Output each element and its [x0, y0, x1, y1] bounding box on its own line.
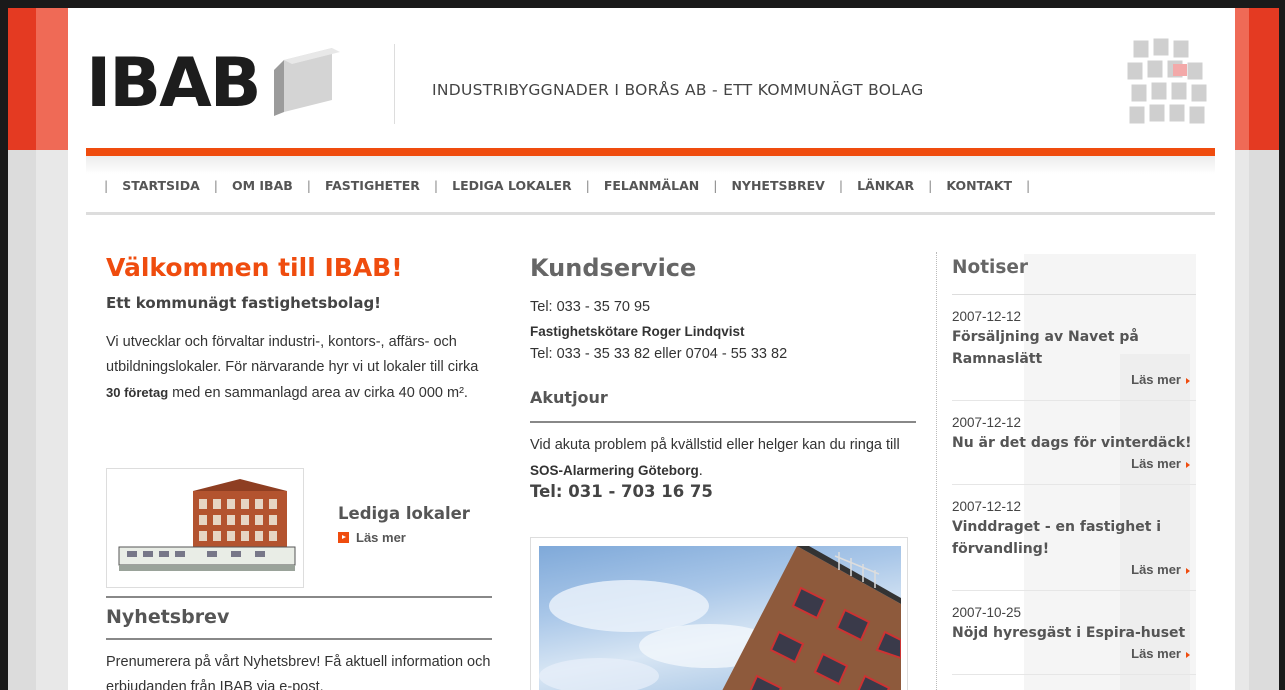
- akutjour-highlight: SOS-Alarmering Göteborg: [530, 463, 699, 478]
- nav-item-lediga-lokaler[interactable]: LEDIGA LOKALER: [452, 178, 571, 193]
- welcome-subtitle: Ett kommunägt fastighetsbolag!: [106, 294, 382, 312]
- news-date: 2007-12-12: [952, 309, 1022, 324]
- nav-separator: |: [585, 178, 590, 193]
- lediga-read-more-label: Läs mer: [356, 530, 406, 545]
- lediga-read-more-link[interactable]: Läs mer: [338, 530, 406, 545]
- lediga-lokaler-title[interactable]: Lediga lokaler: [338, 504, 470, 523]
- news-headline[interactable]: Försäljning av Navet på Ramnaslätt: [952, 326, 1196, 370]
- nav-item-om-ibab[interactable]: OM IBAB: [232, 178, 293, 193]
- news-item: 2007-12-12 Försäljning av Navet på Ramna…: [952, 295, 1196, 401]
- window-frame-top: [0, 0, 1285, 8]
- welcome-body-highlight: 30 företag: [106, 385, 169, 400]
- header-divider: [394, 44, 395, 124]
- nav-item-lankar[interactable]: LÄNKAR: [857, 178, 914, 193]
- nav-separator: |: [104, 178, 109, 193]
- nav-item-fastigheter[interactable]: FASTIGHETER: [325, 178, 420, 193]
- building-photo: [539, 546, 901, 690]
- arrow-right-icon: [1186, 567, 1190, 574]
- nav-separator: |: [928, 178, 933, 193]
- welcome-column: Välkommen till IBAB! Ett kommunägt fasti…: [106, 248, 492, 690]
- nav-separator: |: [838, 178, 844, 193]
- nav-item-nyhetsbrev[interactable]: NYHETSBREV: [731, 178, 824, 193]
- building-blocks-icon: [1125, 37, 1217, 132]
- news-read-more-link[interactable]: Läs mer: [952, 644, 1196, 664]
- arrow-right-icon: [1186, 651, 1190, 658]
- logo-text: IBAB: [86, 44, 262, 123]
- nav-bottom-line: [86, 212, 1215, 215]
- read-more-label: Läs mer: [1131, 646, 1181, 661]
- divider: [106, 596, 492, 598]
- main-nav: | STARTSIDA | OM IBAB | FASTIGHETER | LE…: [104, 178, 1044, 193]
- window-frame-right: [1279, 0, 1285, 690]
- news-date: 2007-12-12: [952, 499, 1022, 514]
- nyhetsbrev-body: Prenumerera på vårt Nyhetsbrev! Få aktue…: [106, 654, 491, 690]
- nav-item-felanmalan[interactable]: FELANMÄLAN: [604, 178, 699, 193]
- window-frame-left: [0, 0, 8, 690]
- read-more-label: Läs mer: [1131, 456, 1181, 471]
- news-item: 2007-12-12 Nu är det dags för vinterdäck…: [952, 401, 1196, 485]
- read-more-label: Läs mer: [1131, 562, 1181, 577]
- notiser-column: Notiser 2007-12-12 Försäljning av Navet …: [952, 248, 1196, 675]
- nav-item-kontakt[interactable]: KONTAKT: [946, 178, 1012, 193]
- welcome-body: Vi utvecklar och förvaltar industri-, ko…: [106, 330, 492, 406]
- nav-separator: |: [433, 178, 439, 193]
- kundservice-title: Kundservice: [530, 254, 697, 282]
- kundservice-contact: Tel: 033 - 35 70 95 Fastighetskötare Rog…: [530, 296, 916, 367]
- notiser-title: Notiser: [952, 257, 1029, 278]
- news-date: 2007-10-25: [952, 605, 1022, 620]
- welcome-body-text: Vi utvecklar och förvaltar industri-, ko…: [106, 334, 479, 375]
- news-date: 2007-12-12: [952, 415, 1022, 430]
- read-more-label: Läs mer: [1131, 372, 1181, 387]
- nyhetsbrev-title: Nyhetsbrev: [106, 606, 230, 628]
- arrow-right-icon: [1186, 461, 1190, 468]
- header-tagline: INDUSTRIBYGGNADER I BORÅS AB - ETT KOMMU…: [432, 81, 924, 99]
- kundservice-phone: Tel: 033 - 35 70 95: [530, 299, 651, 315]
- building-illustration[interactable]: [106, 468, 304, 588]
- nav-separator: |: [306, 178, 311, 193]
- ibab-logo[interactable]: IBAB: [86, 48, 342, 120]
- welcome-body-text-end: med en sammanlagd area av cirka 40 000 m…: [168, 385, 468, 401]
- nav-separator: |: [213, 178, 218, 193]
- nav-separator: |: [1026, 178, 1031, 193]
- divider: [106, 638, 492, 640]
- news-item: 2007-10-25 Nöjd hyresgäst i Espira-huset…: [952, 591, 1196, 675]
- welcome-title: Välkommen till IBAB!: [106, 253, 403, 282]
- building-photo-frame: [530, 537, 908, 690]
- header-accent-bar: [86, 148, 1215, 156]
- lediga-lokaler-teaser: Lediga lokaler Läs mer: [106, 468, 492, 588]
- background-left-stripe: [0, 0, 70, 690]
- arrow-right-icon: [338, 532, 349, 543]
- news-headline[interactable]: Vinddraget - en fastighet i förvandling!: [952, 516, 1196, 560]
- page-container: IBAB INDUSTRIBYGGNADER I BORÅS AB - ETT …: [68, 8, 1235, 690]
- nav-item-startsida[interactable]: STARTSIDA: [122, 178, 200, 193]
- kundservice-phone-2: Tel: 033 - 35 33 82 eller 0704 - 55 33 8…: [530, 346, 788, 362]
- akutjour-text: Vid akuta problem på kvällstid eller hel…: [530, 437, 900, 453]
- nav-separator: |: [713, 178, 718, 193]
- column-divider: [936, 252, 937, 690]
- news-headline[interactable]: Nöjd hyresgäst i Espira-huset: [952, 622, 1196, 644]
- logo-cube-icon: [273, 48, 342, 116]
- news-read-more-link[interactable]: Läs mer: [952, 370, 1196, 390]
- akutjour-title: Akutjour: [530, 388, 608, 407]
- nav-shade: [86, 156, 1215, 174]
- akutjour-phone: Tel: 031 - 703 16 75: [530, 482, 713, 501]
- divider: [530, 421, 916, 423]
- news-read-more-link[interactable]: Läs mer: [952, 454, 1196, 474]
- news-read-more-link[interactable]: Läs mer: [952, 560, 1196, 580]
- kundservice-contact-name: Fastighetskötare Roger Lindqvist: [530, 323, 745, 339]
- akutjour-text-end: .: [698, 463, 703, 479]
- kundservice-column: Kundservice Tel: 033 - 35 70 95 Fastighe…: [530, 248, 916, 690]
- news-item: 2007-12-12 Vinddraget - en fastighet i f…: [952, 485, 1196, 591]
- arrow-right-icon: [1186, 377, 1190, 384]
- akutjour-body: Vid akuta problem på kvällstid eller hel…: [530, 432, 916, 484]
- news-headline[interactable]: Nu är det dags för vinterdäck!: [952, 432, 1196, 454]
